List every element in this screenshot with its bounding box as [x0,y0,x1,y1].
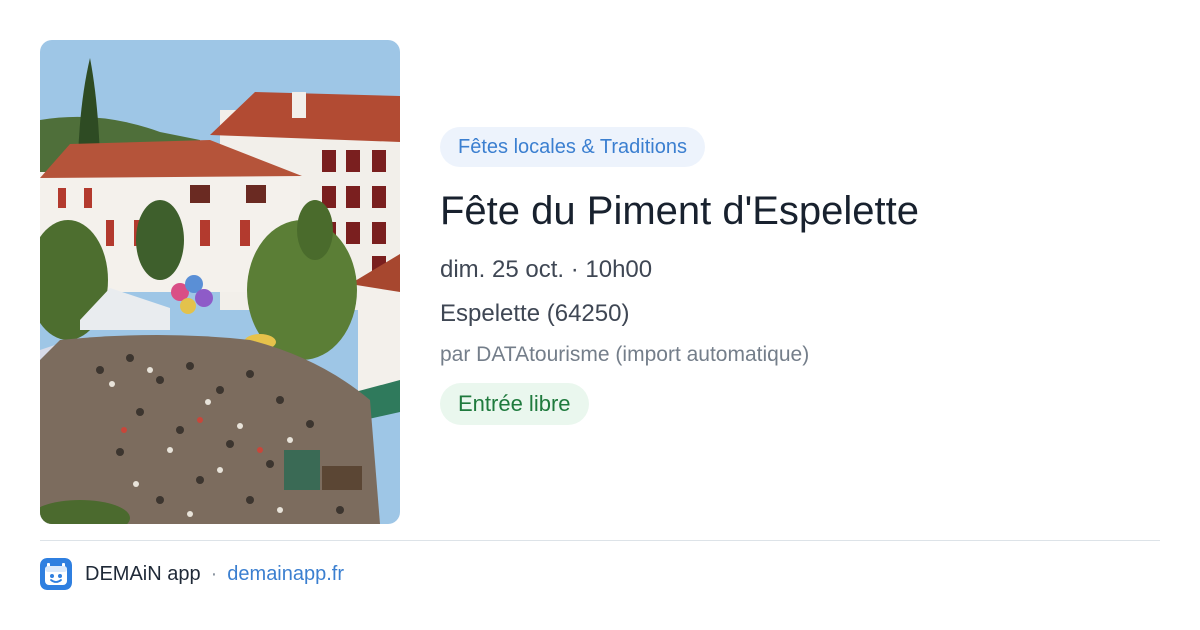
event-title: Fête du Piment d'Espelette [440,189,920,233]
event-organizer: par DATAtourisme (import automatique) [440,343,810,366]
category-badge[interactable]: Fêtes locales & Traditions [440,127,705,167]
footer-separator: · [210,562,218,585]
event-share-card: Fêtes locales & Traditions Fête du Pimen… [0,0,1200,630]
demain-app-logo-icon [40,558,72,590]
event-photo [40,40,400,524]
event-location: Espelette (64250) [440,300,630,327]
footer: DEMAiN app · demainapp.fr [40,558,344,590]
footer-divider [40,540,1160,541]
price-badge: Entrée libre [440,383,589,425]
app-name: DEMAiN app [85,562,201,585]
app-domain-link[interactable]: demainapp.fr [227,563,344,586]
event-details: Fêtes locales & Traditions Fête du Pimen… [440,127,1160,425]
event-datetime: dim. 25 oct. · 10h00 [440,256,653,283]
